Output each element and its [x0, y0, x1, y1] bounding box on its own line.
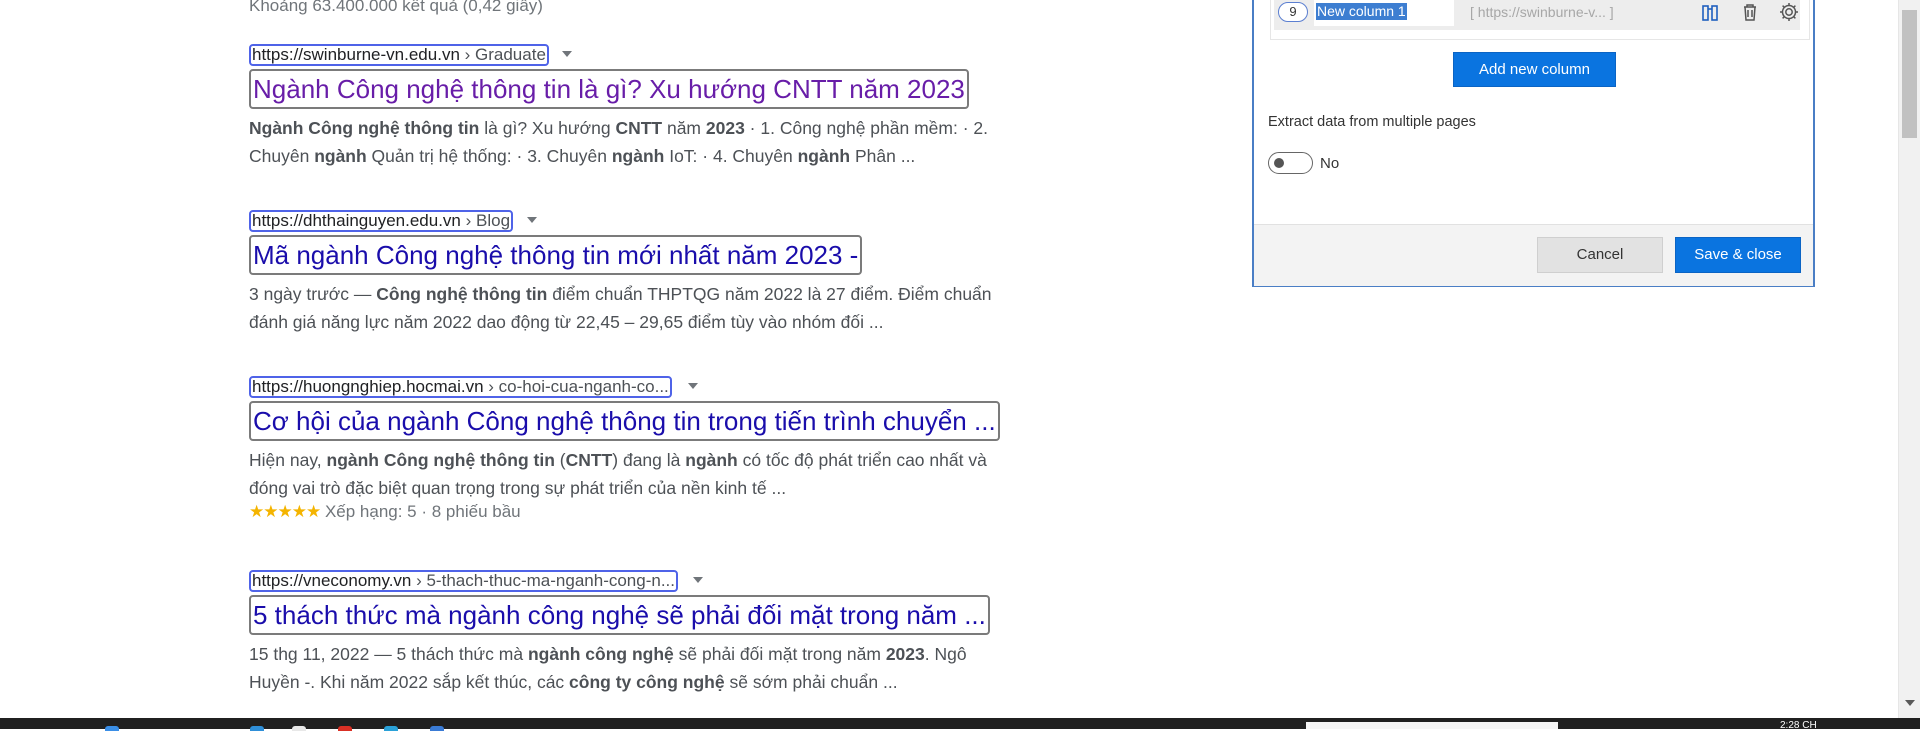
gear-icon[interactable]: [1777, 0, 1801, 24]
result-url-domain: https://vneconomy.vn: [252, 571, 412, 590]
snippet-text: 3 ngày trước —: [249, 284, 377, 304]
snippet-highlight: CNTT: [615, 118, 663, 138]
result-snippet: Ngành Công nghệ thông tin là gì? Xu hướn…: [249, 114, 1009, 170]
snippet-highlight: ngành: [797, 146, 851, 166]
snippet-text: sẽ sớm phải chuẩn ...: [724, 672, 898, 692]
cancel-button[interactable]: Cancel: [1537, 237, 1663, 273]
trash-icon[interactable]: [1738, 0, 1762, 24]
snippet-text: năm: [662, 118, 706, 138]
result-count: Khoảng 63.400.000 kết quả (0,42 giây): [249, 0, 543, 15]
column-list: 9 New column 1 [ https://swinburne-v... …: [1270, 0, 1810, 40]
rating-votes: · 8 phiếu bầu: [416, 502, 521, 521]
rating-value: Xếp hạng: 5: [324, 502, 417, 521]
snippet-highlight: ngành: [314, 146, 367, 166]
result-url-domain: https://huongnghiep.hocmai.vn: [252, 377, 484, 396]
snippet-text: Quản trị hệ thống: · 3. Chuyên: [366, 146, 612, 166]
column-row[interactable]: 9 New column 1 [ https://swinburne-v... …: [1274, 0, 1800, 30]
snippet-text: IoT: · 4. Chuyên: [664, 146, 798, 166]
chevron-down-icon[interactable]: [562, 51, 572, 57]
result-url-domain: https://dhthainguyen.edu.vn: [252, 211, 461, 230]
search-result: https://vneconomy.vn › 5-thach-thuc-ma-n…: [249, 570, 1009, 700]
column-number-badge: 9: [1278, 2, 1308, 22]
snippet-highlight: Ngành Công nghệ thông tin: [249, 118, 480, 138]
snippet-text: là gì? Xu hướng: [479, 118, 616, 138]
result-url-breadcrumb: › co-hoi-cua-nganh-co...: [483, 377, 669, 396]
snippet-highlight: ngành: [611, 146, 665, 166]
result-url-domain: https://swinburne-vn.edu.vn: [252, 45, 460, 64]
snippet-text: Phân ...: [850, 146, 916, 166]
scrollbar-thumb[interactable]: [1902, 10, 1917, 138]
result-title-link[interactable]: 5 thách thức mà ngành công nghệ sẽ phải …: [249, 595, 990, 635]
snippet-highlight: ngành: [685, 450, 738, 470]
result-title-link[interactable]: Ngành Công nghệ thông tin là gì? Xu hướn…: [249, 69, 969, 109]
snippet-text: ) đang là: [612, 450, 686, 470]
snippet-highlight: ngành công nghệ: [527, 644, 674, 664]
result-url[interactable]: https://huongnghiep.hocmai.vn › co-hoi-c…: [249, 376, 672, 398]
star-rating-icon: ★★★★★: [249, 502, 321, 521]
result-snippet: 15 thg 11, 2022 — 5 thách thức mà ngành …: [249, 640, 1009, 696]
result-snippet: 3 ngày trước — Công nghệ thông tin điểm …: [249, 280, 1009, 336]
rating-row: ★★★★★ Xếp hạng: 5 · 8 phiếu bầu: [249, 502, 521, 522]
toggle-knob: [1274, 158, 1284, 168]
extract-column-dialog: 9 New column 1 [ https://swinburne-v... …: [1252, 0, 1815, 287]
snippet-text: Hiện nay,: [249, 450, 327, 470]
snippet-highlight: ngành Công nghệ thông tin: [326, 450, 555, 470]
column-name-input[interactable]: New column 1: [1314, 0, 1454, 26]
result-url[interactable]: https://vneconomy.vn › 5-thach-thuc-ma-n…: [249, 570, 678, 592]
result-snippet: Hiện nay, ngành Công nghệ thông tin (CNT…: [249, 446, 1009, 502]
scroll-down-arrow-icon[interactable]: [1905, 700, 1915, 706]
chevron-down-icon[interactable]: [527, 217, 537, 223]
result-url-breadcrumb: › 5-thach-thuc-ma-nganh-cong-n...: [411, 571, 675, 590]
dialog-footer: Cancel Save & close: [1254, 224, 1813, 286]
search-result: https://huongnghiep.hocmai.vn › co-hoi-c…: [249, 376, 1009, 536]
snippet-text: (: [554, 450, 566, 470]
extract-multiple-pages-label: Extract data from multiple pages: [1268, 114, 1476, 130]
result-url[interactable]: https://dhthainguyen.edu.vn › Blog: [249, 210, 514, 232]
snippet-highlight: 2023: [705, 118, 745, 138]
snippet-text: sẽ phải đối mặt trong năm: [673, 644, 886, 664]
column-name-text: New column 1: [1316, 3, 1407, 20]
result-title-link[interactable]: Cơ hội của ngành Công nghệ thông tin tro…: [249, 401, 1000, 441]
snippet-highlight: công ty công nghệ: [569, 672, 725, 692]
snippet-highlight: 2023: [885, 644, 925, 664]
taskbar: 2:28 CH: [0, 718, 1920, 731]
snippet-highlight: CNTT: [565, 450, 613, 470]
chevron-down-icon[interactable]: [688, 383, 698, 389]
search-result: https://swinburne-vn.edu.vn › Graduate N…: [249, 44, 1009, 174]
select-element-icon[interactable]: [1698, 0, 1722, 24]
taskbar-clock: 2:28 CH: [1780, 720, 1817, 731]
result-url-breadcrumb: › Blog: [460, 211, 511, 230]
add-new-column-button[interactable]: Add new column: [1453, 52, 1616, 87]
taskbar-search-box[interactable]: [1306, 722, 1558, 729]
toggle-state-label: No: [1320, 155, 1340, 172]
result-title-link[interactable]: Mã ngành Công nghệ thông tin mới nhất nă…: [249, 235, 863, 275]
result-url[interactable]: https://swinburne-vn.edu.vn › Graduate: [249, 44, 549, 66]
snippet-highlight: Công nghệ thông tin: [376, 284, 548, 304]
result-url-breadcrumb: › Graduate: [459, 45, 546, 64]
search-result: https://dhthainguyen.edu.vn › Blog Mã ng…: [249, 210, 1009, 340]
snippet-text: 15 thg 11, 2022 — 5 thách thức mà: [249, 644, 528, 664]
save-close-button[interactable]: Save & close: [1675, 237, 1801, 273]
chevron-down-icon[interactable]: [693, 577, 703, 583]
column-url-preview: [ https://swinburne-v... ]: [1470, 4, 1614, 20]
multiple-pages-toggle[interactable]: [1268, 152, 1313, 174]
page-scrollbar[interactable]: [1898, 0, 1920, 729]
